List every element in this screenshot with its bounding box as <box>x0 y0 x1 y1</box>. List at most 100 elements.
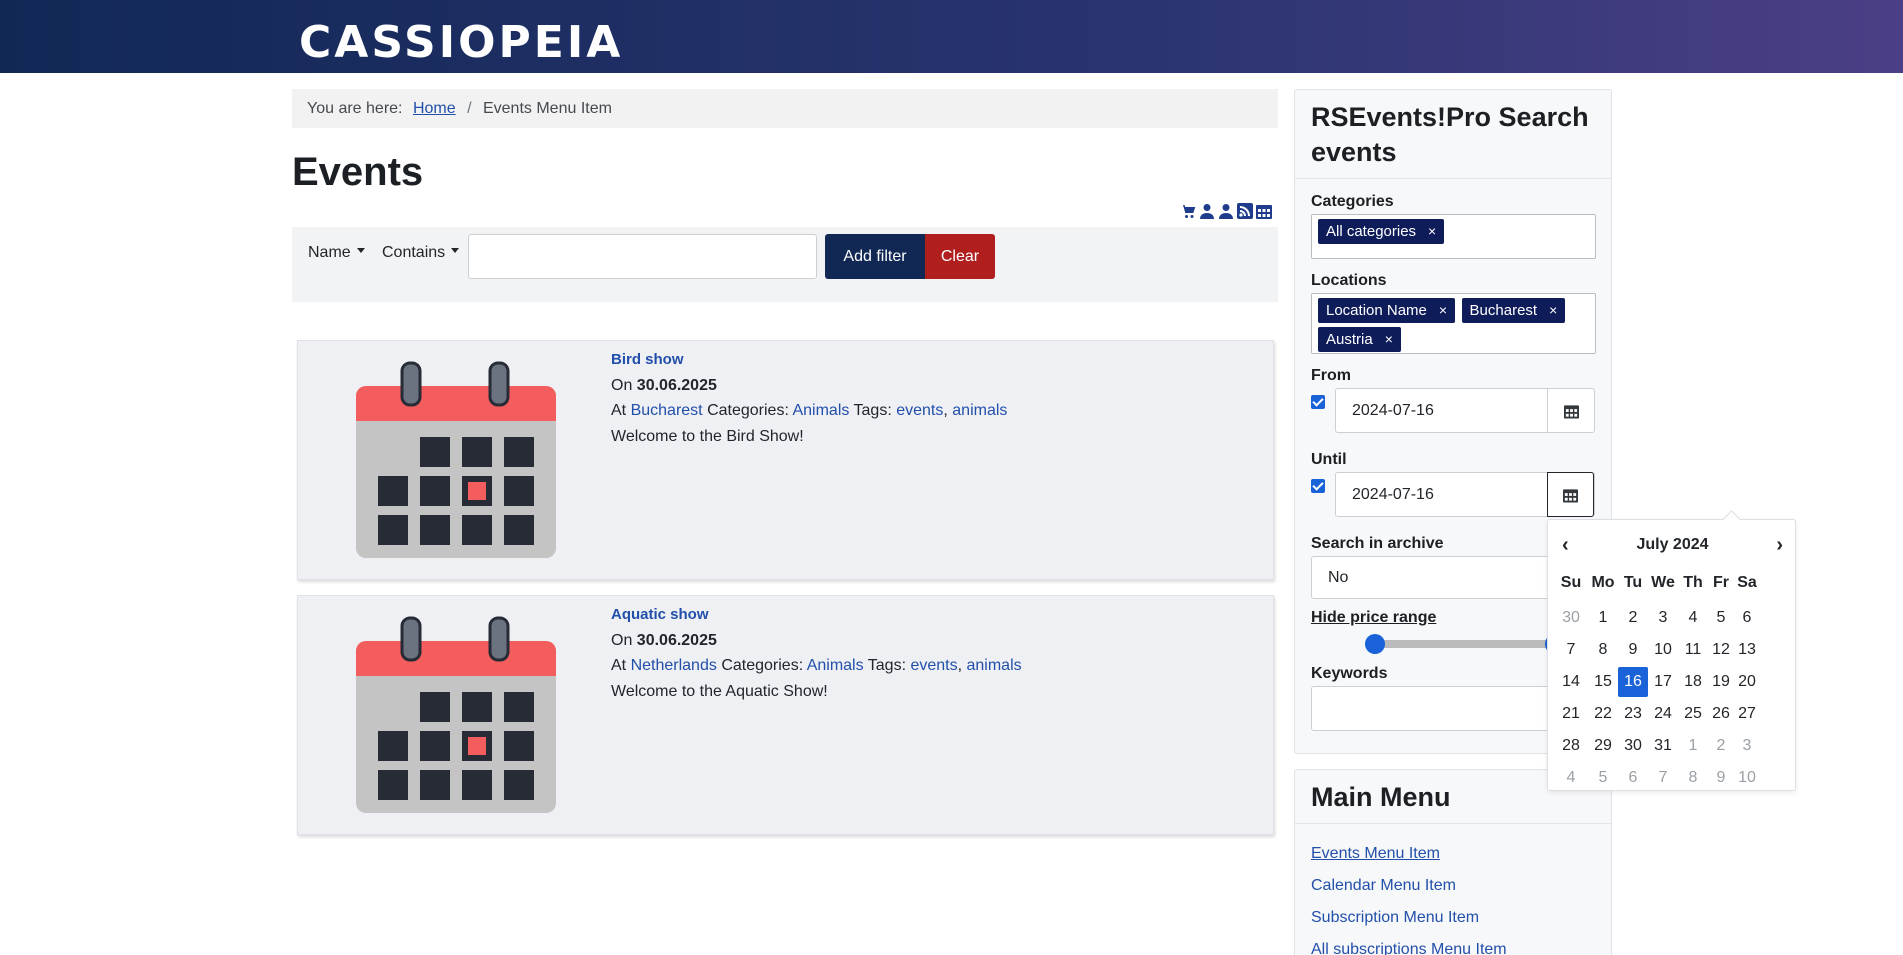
locations-select[interactable]: Location Name × Bucharest × Austria × <box>1311 293 1596 354</box>
event-calendar-image[interactable] <box>356 361 560 561</box>
calendar-day[interactable]: 4 <box>1678 602 1708 634</box>
event-title-link[interactable]: Aquatic show <box>611 606 709 623</box>
breadcrumb-home-link[interactable]: Home <box>413 100 456 117</box>
location-tag[interactable]: Austria × <box>1318 327 1401 352</box>
calendar-day[interactable]: 17 <box>1648 666 1678 698</box>
calendar-day[interactable]: 30 <box>1618 730 1648 762</box>
event-tag-link[interactable]: events <box>896 402 943 419</box>
calendar-day[interactable]: 2 <box>1618 602 1648 634</box>
weekday-label: Tu <box>1623 574 1643 591</box>
calendar-day[interactable]: 23 <box>1618 698 1648 730</box>
calendar-day[interactable]: 27 <box>1734 698 1760 730</box>
from-checkbox[interactable] <box>1311 395 1325 409</box>
until-checkbox[interactable] <box>1311 479 1325 493</box>
calendar-day-other-month[interactable]: 2 <box>1708 730 1734 762</box>
event-location-link[interactable]: Netherlands <box>631 657 717 674</box>
calendar-day[interactable]: 8 <box>1588 634 1618 666</box>
until-calendar-button[interactable] <box>1547 472 1594 517</box>
calendar-day[interactable]: 7 <box>1554 634 1588 666</box>
toolbar-icons <box>1180 202 1272 222</box>
calendar-icon[interactable] <box>1256 202 1272 222</box>
event-category-link[interactable]: Animals <box>792 402 849 419</box>
filter-operator-dropdown[interactable]: Contains <box>382 244 460 262</box>
calendar-day[interactable]: 31 <box>1648 730 1678 762</box>
category-tag[interactable]: All categories × <box>1318 219 1445 244</box>
search-module-title: RSEvents!Pro Search events <box>1295 90 1611 179</box>
price-min-handle[interactable] <box>1365 634 1385 654</box>
calendar-day[interactable]: 11 <box>1678 634 1708 666</box>
event-location-link[interactable]: Bucharest <box>631 402 703 419</box>
calendar-day[interactable]: 21 <box>1554 698 1588 730</box>
calendar-day[interactable]: 18 <box>1678 666 1708 698</box>
calendar-day[interactable]: 9 <box>1618 634 1648 666</box>
from-calendar-button[interactable] <box>1547 388 1594 433</box>
calendar-icon <box>1563 404 1579 418</box>
calendar-day-other-month[interactable]: 30 <box>1554 602 1588 634</box>
calendar-day-other-month[interactable]: 3 <box>1734 730 1760 762</box>
remove-tag-icon[interactable]: × <box>1428 223 1436 239</box>
calendar-day[interactable]: 3 <box>1648 602 1678 634</box>
calendar-day[interactable]: 22 <box>1588 698 1618 730</box>
calendar-day-other-month[interactable]: 4 <box>1554 762 1588 794</box>
location-tag[interactable]: Location Name × <box>1318 298 1456 323</box>
calendar-day[interactable]: 14 <box>1554 666 1588 698</box>
next-month-button[interactable]: › <box>1776 534 1783 557</box>
calendar-day[interactable]: 24 <box>1648 698 1678 730</box>
calendar-day[interactable]: 6 <box>1734 602 1760 634</box>
selected-day-label: 16 <box>1618 667 1648 697</box>
calendar-day[interactable]: 19 <box>1708 666 1734 698</box>
event-calendar-image[interactable] <box>356 616 560 816</box>
clear-filter-button[interactable]: Clear <box>925 234 995 279</box>
calendar-day-other-month[interactable]: 6 <box>1618 762 1648 794</box>
menu-item-all-subscriptions[interactable]: All subscriptions Menu Item <box>1311 941 1507 955</box>
remove-tag-icon[interactable]: × <box>1439 302 1447 318</box>
breadcrumb: You are here: Home / Events Menu Item <box>292 89 1278 128</box>
add-filter-button[interactable]: Add filter <box>825 234 925 279</box>
calendar-day[interactable]: 26 <box>1708 698 1734 730</box>
calendar-day[interactable]: 28 <box>1554 730 1588 762</box>
event-tags-label: Tags: <box>853 402 892 419</box>
calendar-day-other-month[interactable]: 9 <box>1708 762 1734 794</box>
site-brand[interactable]: CASSIOPEIA <box>299 17 623 68</box>
rss-icon[interactable] <box>1237 202 1253 222</box>
until-date-input[interactable]: 2024-07-16 <box>1335 472 1595 517</box>
calendar-day-other-month[interactable]: 1 <box>1678 730 1708 762</box>
filter-value-input[interactable] <box>468 234 817 279</box>
price-range-slider[interactable] <box>1365 634 1565 654</box>
calendar-day[interactable]: 10 <box>1648 634 1678 666</box>
calendar-day-other-month[interactable]: 10 <box>1734 762 1760 794</box>
event-on-label: On <box>611 376 633 394</box>
calendar-day[interactable]: 15 <box>1588 666 1618 698</box>
event-tag-link[interactable]: events <box>910 657 957 674</box>
calendar-day[interactable]: 29 <box>1588 730 1618 762</box>
event-tag-link[interactable]: animals <box>967 657 1022 674</box>
category-tag-label: All categories <box>1326 223 1417 240</box>
menu-item-calendar[interactable]: Calendar Menu Item <box>1311 877 1456 894</box>
menu-item-subscription[interactable]: Subscription Menu Item <box>1311 909 1479 926</box>
calendar-day-other-month[interactable]: 5 <box>1588 762 1618 794</box>
caret-down-icon <box>451 248 460 254</box>
event-tag-link[interactable]: animals <box>952 402 1007 419</box>
cart-icon[interactable] <box>1180 202 1196 222</box>
event-category-link[interactable]: Animals <box>807 657 864 674</box>
calendar-day[interactable]: 20 <box>1734 666 1760 698</box>
calendar-day[interactable]: 1 <box>1588 602 1618 634</box>
location-tag[interactable]: Bucharest × <box>1461 298 1566 323</box>
calendar-day[interactable]: 12 <box>1708 634 1734 666</box>
user-icon[interactable] <box>1199 202 1215 222</box>
calendar-day[interactable]: 25 <box>1678 698 1708 730</box>
hide-price-range-link[interactable]: Hide price range <box>1311 609 1436 627</box>
calendar-day-other-month[interactable]: 8 <box>1678 762 1708 794</box>
categories-select[interactable]: All categories × <box>1311 214 1596 259</box>
menu-item-events[interactable]: Events Menu Item <box>1311 845 1440 862</box>
remove-tag-icon[interactable]: × <box>1549 302 1557 318</box>
filter-field-dropdown[interactable]: Name <box>308 244 365 262</box>
remove-tag-icon[interactable]: × <box>1385 331 1393 347</box>
calendar-day[interactable]: 5 <box>1708 602 1734 634</box>
from-date-input[interactable]: 2024-07-16 <box>1335 388 1595 433</box>
user-icon[interactable] <box>1218 202 1234 222</box>
calendar-day-selected[interactable]: 16 <box>1618 666 1648 698</box>
calendar-day-other-month[interactable]: 7 <box>1648 762 1678 794</box>
calendar-day[interactable]: 13 <box>1734 634 1760 666</box>
event-title-link[interactable]: Bird show <box>611 351 684 368</box>
